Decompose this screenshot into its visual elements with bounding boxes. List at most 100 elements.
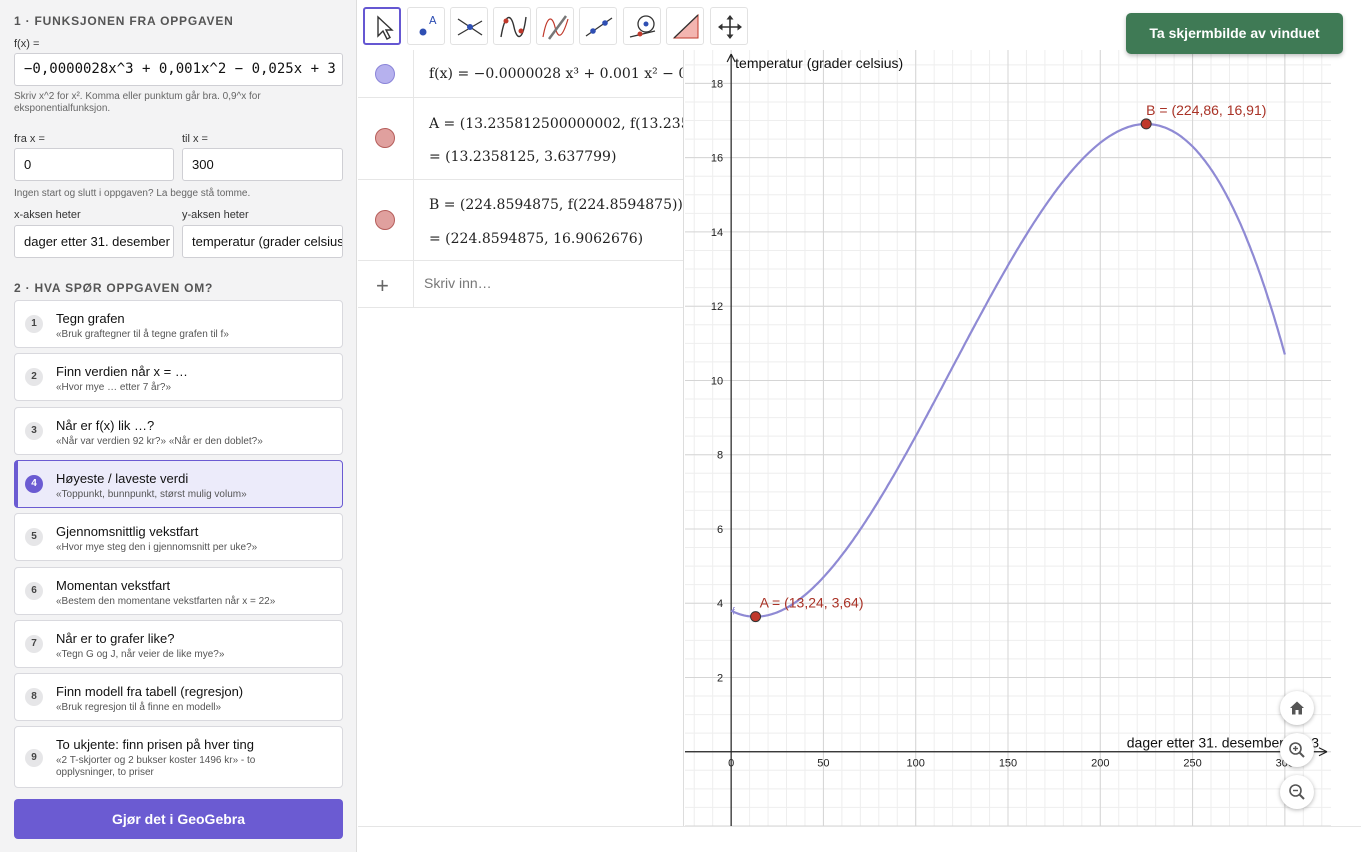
fx-input[interactable]: −0,0000028x^3 + 0,001x^2 − 0,025x + 3 bbox=[14, 53, 343, 86]
angle-tool-button[interactable] bbox=[666, 7, 704, 45]
inspect-function-tool-button[interactable] bbox=[536, 7, 574, 45]
task-item-6[interactable]: 6 Momentan vekstfart «Bestem den momenta… bbox=[14, 567, 343, 615]
zoom-out-icon bbox=[1289, 784, 1305, 800]
point-A-value: = (13.2358125, 3.637799) bbox=[429, 149, 617, 165]
task-subtitle: «Bestem den momentane vekstfarten når x … bbox=[56, 596, 276, 607]
y-tick-label: 12 bbox=[711, 301, 723, 313]
visibility-toggle-f[interactable] bbox=[375, 64, 395, 84]
move-graphics-tool-button[interactable] bbox=[710, 7, 748, 45]
xname-label: x-aksen heter bbox=[14, 209, 81, 221]
visibility-column bbox=[358, 98, 414, 179]
x-tick-label: 100 bbox=[907, 758, 925, 770]
task-item-4[interactable]: 4 Høyeste / laveste verdi «Toppunkt, bun… bbox=[14, 460, 343, 508]
from-label: fra x = bbox=[14, 133, 45, 145]
zoom-in-button[interactable] bbox=[1280, 733, 1314, 767]
task-subtitle: «Toppunkt, bunnpunkt, størst mulig volum… bbox=[56, 489, 247, 500]
algebra-input[interactable]: Skriv inn… bbox=[424, 275, 492, 291]
task-subtitle: «Når var verdien 92 kr?» «Når er den dob… bbox=[56, 436, 263, 447]
y-tick-label: 4 bbox=[717, 598, 723, 610]
visibility-toggle-A[interactable] bbox=[375, 128, 395, 148]
task-item-3[interactable]: 3 Når er f(x) lik …? «Når var verdien 92… bbox=[14, 407, 343, 455]
y-tick-label: 6 bbox=[717, 524, 723, 536]
algebra-row-f[interactable]: f(x) = −0.0000028 x³ + 0.001 x² − 0.025 … bbox=[358, 50, 683, 98]
plus-icon: + bbox=[376, 273, 389, 298]
point-B-value: = (224.8594875, 16.9062676) bbox=[429, 231, 644, 247]
point-B-expression[interactable]: B = (224.8594875, f(224.8594875)) bbox=[429, 197, 683, 213]
y-tick-label: 2 bbox=[717, 672, 723, 684]
curve-label-f: f bbox=[732, 607, 735, 618]
fx-label: f(x) = bbox=[14, 38, 40, 50]
fx-hint: Skriv x^2 for x². Komma eller punktum gå… bbox=[14, 91, 261, 114]
task-title: Finn modell fra tabell (regresjon) bbox=[56, 684, 244, 699]
algebra-input-row[interactable]: + Skriv inn… bbox=[358, 261, 683, 308]
task-item-8[interactable]: 8 Finn modell fra tabell (regresjon) «Br… bbox=[14, 673, 343, 721]
task-title: Finn verdien når x = … bbox=[56, 364, 188, 379]
y-tick-label: 14 bbox=[711, 227, 723, 239]
function-f-expression[interactable]: f(x) = −0.0000028 x³ + 0.001 x² − 0.025 … bbox=[429, 66, 683, 82]
task-item-2[interactable]: 2 Finn verdien når x = … «Hvor mye … ett… bbox=[14, 353, 343, 401]
move-tool-button[interactable] bbox=[363, 7, 401, 45]
task-number: 4 bbox=[25, 475, 43, 493]
function-tool-button[interactable] bbox=[493, 7, 531, 45]
zoom-in-icon bbox=[1289, 742, 1305, 758]
x-tick-label: 250 bbox=[1183, 758, 1201, 770]
visibility-toggle-B[interactable] bbox=[375, 210, 395, 230]
xaxis-name-input[interactable]: dager etter 31. desember bbox=[14, 225, 174, 258]
zoom-out-button[interactable] bbox=[1280, 775, 1314, 809]
visibility-column bbox=[358, 180, 414, 260]
function-plot: 0 50 100 150 200 250 30024681012141618temperat… bbox=[685, 50, 1331, 827]
home-button[interactable] bbox=[1280, 691, 1314, 725]
to-x-input[interactable]: 300 bbox=[182, 148, 343, 181]
angle-icon bbox=[672, 13, 699, 39]
left-panel: 1 · Funksjonen fra oppgaven f(x) = −0,00… bbox=[0, 0, 357, 852]
task-item-7[interactable]: 7 Når er to grafer like? «Tegn G og J, n… bbox=[14, 620, 343, 668]
point-A-expression[interactable]: A = (13.235812500000002, f(13.2358125000… bbox=[429, 116, 683, 132]
point-A bbox=[750, 611, 762, 623]
task-number: 7 bbox=[25, 635, 43, 653]
task-subtitle: «Tegn G og J, når veier de like mye?» bbox=[56, 649, 225, 660]
task-item-9[interactable]: 9 To ukjente: finn prisen på hver ting «… bbox=[14, 726, 343, 788]
task-number: 8 bbox=[25, 688, 43, 706]
algebra-row-B[interactable]: B = (224.8594875, f(224.8594875)) = (224… bbox=[358, 180, 683, 261]
task-number: 3 bbox=[25, 422, 43, 440]
section1-title: 1 · Funksjonen fra oppgaven bbox=[14, 14, 234, 28]
app-window: 1 · Funksjonen fra oppgaven f(x) = −0,00… bbox=[0, 0, 1361, 852]
function-curve-icon bbox=[500, 16, 527, 38]
point-B bbox=[1140, 118, 1152, 130]
task-title: Gjennomsnittlig vekstfart bbox=[56, 524, 199, 539]
take-screenshot-button[interactable]: Ta skjermbilde av vinduet bbox=[1126, 13, 1343, 54]
svg-text:A: A bbox=[429, 14, 437, 27]
intersect-tool-button[interactable] bbox=[450, 7, 488, 45]
x-tick-label: 50 bbox=[817, 758, 829, 770]
task-subtitle: «Bruk regresjon til å finne en modell» bbox=[56, 702, 222, 713]
do-it-in-geogebra-button[interactable]: Gjør det i GeoGebra bbox=[14, 799, 343, 839]
cursor-arrow-icon bbox=[377, 15, 394, 40]
task-title: To ukjente: finn prisen på hver ting bbox=[56, 737, 255, 752]
from-x-input[interactable]: 0 bbox=[14, 148, 174, 181]
x-tick-label: 150 bbox=[999, 758, 1017, 770]
algebra-row-A[interactable]: A = (13.235812500000002, f(13.2358125000… bbox=[358, 98, 683, 180]
task-subtitle: «2 T-skjorter og 2 bukser koster 1496 kr… bbox=[56, 755, 256, 778]
home-icon bbox=[1290, 701, 1304, 715]
task-number: 9 bbox=[25, 749, 43, 767]
y-tick-label: 10 bbox=[711, 375, 723, 387]
intersect-icon bbox=[457, 18, 483, 36]
task-title: Momentan vekstfart bbox=[56, 578, 171, 593]
task-number: 1 bbox=[25, 315, 43, 333]
range-hint: Ingen start og slutt i oppgaven? La begg… bbox=[14, 188, 251, 199]
graphics-view[interactable]: 0 50 100 150 200 250 300 2 4 6 8 10 12 14 16 18 temperat… bbox=[685, 50, 1331, 827]
task-title: Når er to grafer like? bbox=[56, 631, 175, 646]
point-label-A: A = (13,24, 3,64) bbox=[760, 595, 864, 611]
y-tick-label: 18 bbox=[711, 78, 723, 90]
yaxis-name-input[interactable]: temperatur (grader celsius) bbox=[182, 225, 343, 258]
task-number: 6 bbox=[25, 582, 43, 600]
circle-tool-button[interactable] bbox=[623, 7, 661, 45]
task-item-1[interactable]: 1 Tegn grafen «Bruk graftegner til å teg… bbox=[14, 300, 343, 348]
point-tool-button[interactable]: A bbox=[407, 7, 445, 45]
algebra-view: f(x) = −0.0000028 x³ + 0.001 x² − 0.025 … bbox=[358, 50, 684, 826]
task-number: 2 bbox=[25, 368, 43, 386]
section2-title: 2 · Hva spør oppgaven om? bbox=[14, 281, 214, 295]
to-label: til x = bbox=[182, 133, 208, 145]
line-tool-button[interactable] bbox=[579, 7, 617, 45]
task-item-5[interactable]: 5 Gjennomsnittlig vekstfart «Hvor mye st… bbox=[14, 513, 343, 561]
